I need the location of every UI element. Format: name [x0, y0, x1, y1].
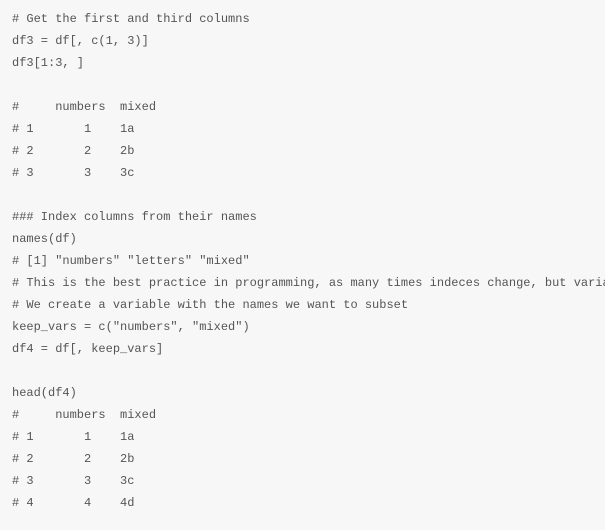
code-line [12, 184, 593, 206]
code-line: ### Index columns from their names [12, 206, 593, 228]
code-line: # 3 3 3c [12, 162, 593, 184]
code-line: # [1] "numbers" "letters" "mixed" [12, 250, 593, 272]
code-line: # 2 2 2b [12, 140, 593, 162]
code-line: keep_vars = c("numbers", "mixed") [12, 316, 593, 338]
code-line [12, 74, 593, 96]
code-line: # numbers mixed [12, 96, 593, 118]
code-line: # 1 1 1a [12, 118, 593, 140]
code-line: # 4 4 4d [12, 492, 593, 514]
code-line: df3 = df[, c(1, 3)] [12, 30, 593, 52]
code-line: # numbers mixed [12, 404, 593, 426]
code-line [12, 360, 593, 382]
code-line: df3[1:3, ] [12, 52, 593, 74]
code-line: # We create a variable with the names we… [12, 294, 593, 316]
code-line: # Get the first and third columns [12, 8, 593, 30]
code-line: # 1 1 1a [12, 426, 593, 448]
code-line: head(df4) [12, 382, 593, 404]
code-line: # 3 3 3c [12, 470, 593, 492]
code-line: # 2 2 2b [12, 448, 593, 470]
code-line: # This is the best practice in programmi… [12, 272, 593, 294]
code-line: df4 = df[, keep_vars] [12, 338, 593, 360]
code-line: names(df) [12, 228, 593, 250]
code-block: # Get the first and third columnsdf3 = d… [12, 8, 593, 514]
